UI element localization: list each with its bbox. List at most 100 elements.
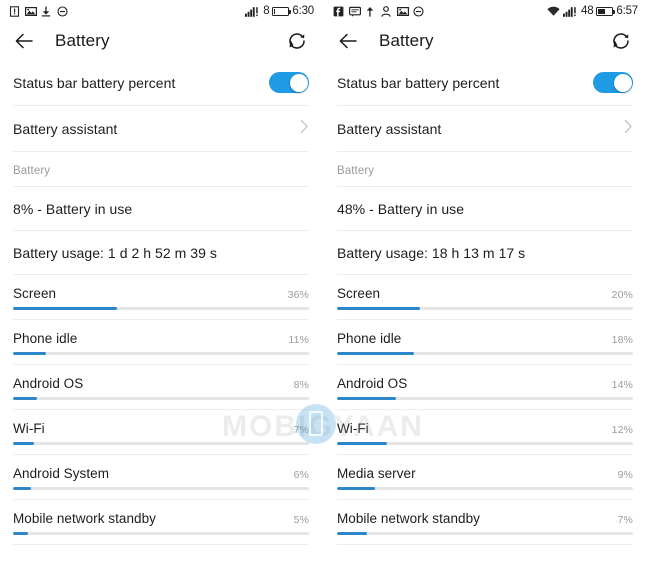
battery-usage-label: Battery usage: 1 d 2 h 52 m 39 s bbox=[13, 244, 217, 261]
usage-item[interactable]: Android OS 8% bbox=[0, 365, 322, 400]
usage-progress-fill bbox=[337, 307, 420, 310]
status-indicators: 48 6:57 bbox=[547, 5, 638, 17]
wifi-icon bbox=[547, 6, 560, 17]
usage-item-name: Wi-Fi bbox=[337, 421, 369, 436]
signal-bars-alert-icon bbox=[245, 6, 260, 17]
usage-item[interactable]: Mobile network standby 5% bbox=[0, 500, 322, 535]
battery-icon bbox=[596, 6, 616, 16]
usage-progress-fill bbox=[337, 442, 388, 445]
usage-item[interactable]: Media server 9% bbox=[324, 455, 646, 490]
message-icon bbox=[349, 6, 361, 17]
status-bar-percent-toggle[interactable] bbox=[593, 72, 633, 93]
battery-state-row: 48% - Battery in use bbox=[324, 187, 646, 230]
usage-item[interactable]: Screen 36% bbox=[0, 275, 322, 310]
usage-item-percent: 12% bbox=[611, 424, 633, 436]
usage-item-percent: 20% bbox=[611, 289, 633, 301]
usage-item-name: Android OS bbox=[13, 376, 84, 391]
section-header-battery: Battery bbox=[13, 165, 51, 177]
usage-item-name: Phone idle bbox=[13, 331, 78, 346]
usage-progress-track bbox=[13, 397, 309, 400]
refresh-icon[interactable] bbox=[286, 30, 308, 52]
usage-progress-track bbox=[13, 532, 309, 535]
back-arrow-icon[interactable] bbox=[12, 29, 36, 53]
battery-state-label: 48% - Battery in use bbox=[337, 200, 465, 217]
usage-item-name: Media server bbox=[337, 466, 416, 481]
back-arrow-icon[interactable] bbox=[336, 29, 360, 53]
usage-item-percent: 11% bbox=[288, 334, 309, 346]
usage-item[interactable]: Mobile network standby 7% bbox=[324, 500, 646, 535]
usage-progress-track bbox=[337, 487, 633, 490]
clock: 6:57 bbox=[616, 5, 638, 17]
setting-label: Battery assistant bbox=[337, 120, 442, 137]
status-bar-percent-toggle[interactable] bbox=[269, 72, 309, 93]
battery-percent-text: 8 bbox=[263, 5, 270, 17]
usage-item-name: Mobile network standby bbox=[337, 511, 480, 526]
usage-progress-track bbox=[337, 352, 633, 355]
person-icon bbox=[381, 5, 392, 17]
usage-item-percent: 7% bbox=[617, 514, 633, 526]
usage-progress-track bbox=[337, 442, 633, 445]
divider bbox=[337, 544, 633, 545]
usage-item[interactable]: Phone idle 11% bbox=[0, 320, 322, 355]
usage-progress-track bbox=[337, 307, 633, 310]
usage-progress-fill bbox=[13, 487, 31, 490]
usage-progress-fill bbox=[13, 397, 37, 400]
usage-item-name: Screen bbox=[337, 286, 381, 301]
upload-icon bbox=[365, 6, 376, 17]
settings-content: Status bar battery percent Battery assis… bbox=[324, 60, 646, 545]
battery-usage-list: Screen 20% Phone idle 18% Android OS 14% Wi-Fi… bbox=[324, 275, 646, 545]
usage-item-percent: 36% bbox=[287, 289, 309, 301]
usage-item-percent: 7% bbox=[293, 424, 309, 436]
usage-item[interactable]: Screen 20% bbox=[324, 275, 646, 310]
setting-label: Status bar battery percent bbox=[13, 74, 176, 91]
app-bar: Battery bbox=[324, 22, 646, 60]
battery-usage-label: Battery usage: 18 h 13 m 17 s bbox=[337, 244, 526, 261]
battery-usage-row: Battery usage: 18 h 13 m 17 s bbox=[324, 231, 646, 274]
battery-icon bbox=[272, 6, 292, 16]
usage-progress-track bbox=[13, 352, 309, 355]
usage-item-name: Phone idle bbox=[337, 331, 402, 346]
usage-item[interactable]: Wi-Fi 12% bbox=[324, 410, 646, 445]
setting-row-status-bar-battery-percent[interactable]: Status bar battery percent bbox=[324, 60, 646, 105]
usage-item[interactable]: Wi-Fi 7% bbox=[0, 410, 322, 445]
comparison-screenshot: 8 6:30 Battery Status bar battery percen… bbox=[0, 0, 646, 568]
usage-item-name: Android OS bbox=[337, 376, 408, 391]
app-bar: Battery bbox=[0, 22, 322, 60]
image-icon bbox=[397, 6, 409, 17]
usage-item[interactable]: Android System 6% bbox=[0, 455, 322, 490]
usage-item-percent: 8% bbox=[293, 379, 309, 391]
battery-percent-text: 48 bbox=[581, 5, 594, 17]
usage-item[interactable]: Android OS 14% bbox=[324, 365, 646, 400]
phone-screen-left: 8 6:30 Battery Status bar battery percen… bbox=[0, 0, 322, 568]
usage-progress-track bbox=[337, 397, 633, 400]
section-header-battery: Battery bbox=[337, 165, 375, 177]
usage-progress-track bbox=[337, 532, 633, 535]
usage-item-name: Screen bbox=[13, 286, 57, 301]
usage-progress-fill bbox=[337, 487, 376, 490]
usage-progress-track bbox=[13, 442, 309, 445]
setting-row-status-bar-battery-percent[interactable]: Status bar battery percent bbox=[0, 60, 322, 105]
usage-item-name: Android System bbox=[13, 466, 109, 481]
usage-progress-track bbox=[13, 307, 309, 310]
usage-progress-track bbox=[13, 487, 309, 490]
status-bar: 8 6:30 bbox=[0, 0, 322, 22]
usage-item[interactable]: Phone idle 18% bbox=[324, 320, 646, 355]
minus-circle-icon bbox=[413, 5, 424, 17]
usage-progress-fill bbox=[337, 532, 367, 535]
refresh-icon[interactable] bbox=[610, 30, 632, 52]
setting-label: Status bar battery percent bbox=[337, 74, 500, 91]
usage-progress-fill bbox=[13, 442, 34, 445]
usage-progress-fill bbox=[337, 397, 397, 400]
usage-item-percent: 6% bbox=[293, 469, 309, 481]
setting-row-battery-assistant[interactable]: Battery assistant bbox=[0, 106, 322, 151]
phone-screen-right: 48 6:57 Battery Status bar battery perce… bbox=[324, 0, 646, 568]
battery-usage-row: Battery usage: 1 d 2 h 52 m 39 s bbox=[0, 231, 322, 274]
download-icon bbox=[41, 6, 52, 17]
usage-item-percent: 18% bbox=[611, 334, 633, 346]
usage-item-percent: 14% bbox=[611, 379, 633, 391]
settings-content: Status bar battery percent Battery assis… bbox=[0, 60, 322, 545]
setting-row-battery-assistant[interactable]: Battery assistant bbox=[324, 106, 646, 151]
usage-item-name: Wi-Fi bbox=[13, 421, 45, 436]
usage-item-name: Mobile network standby bbox=[13, 511, 156, 526]
page-title: Battery bbox=[55, 31, 110, 50]
